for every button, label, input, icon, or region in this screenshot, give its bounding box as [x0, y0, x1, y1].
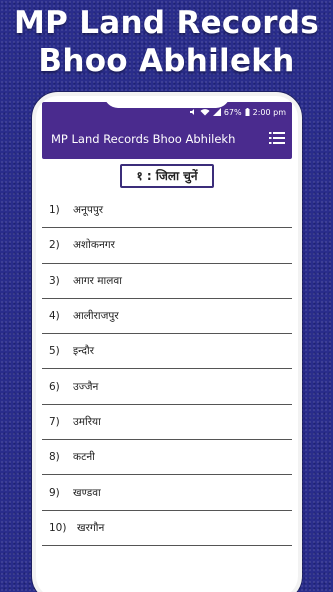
- district-number: 6): [49, 380, 60, 393]
- district-number: 3): [49, 274, 60, 287]
- district-name: आगर मालवा: [73, 274, 122, 287]
- district-number: 10): [49, 521, 67, 534]
- district-item[interactable]: 7) उमरिया: [42, 405, 292, 441]
- app-header: 67% 2:00 pm MP Land Records Bhoo Abhilek…: [42, 102, 292, 159]
- district-name: अनूपपुर: [73, 204, 104, 217]
- phone-notch: [104, 96, 230, 108]
- select-district-label: १ : जिला चुनें: [120, 164, 214, 188]
- district-name: उज्जैन: [73, 380, 99, 393]
- district-name: अशोकनगर: [73, 239, 115, 252]
- district-name: आलीराजपुर: [73, 310, 119, 323]
- district-number: 9): [49, 486, 60, 499]
- district-item[interactable]: 8) कटनी: [42, 440, 292, 476]
- list-menu-icon[interactable]: [268, 130, 286, 146]
- district-name: खरगौन: [77, 521, 105, 534]
- district-name: खण्डवा: [73, 486, 101, 499]
- district-item[interactable]: 1) अनूपपुर: [42, 193, 292, 229]
- phone-frame: 67% 2:00 pm MP Land Records Bhoo Abhilek…: [32, 92, 302, 592]
- district-item[interactable]: 5) इन्दौर: [42, 334, 292, 370]
- district-number: 1): [49, 204, 60, 217]
- mute-icon: [189, 108, 197, 116]
- district-number: 2): [49, 239, 60, 252]
- district-item[interactable]: 3) आगर मालवा: [42, 264, 292, 299]
- battery-icon: [245, 108, 250, 116]
- district-name: कटनी: [73, 451, 95, 464]
- app-title: MP Land Records Bhoo Abhilekh: [51, 132, 236, 146]
- district-number: 8): [49, 451, 60, 464]
- district-item[interactable]: 6) उज्जैन: [42, 369, 292, 405]
- status-time: 2:00 pm: [252, 107, 286, 117]
- district-item[interactable]: 2) अशोकनगर: [42, 228, 292, 264]
- district-item[interactable]: 10) खरगौन: [42, 511, 292, 546]
- wifi-icon: [200, 108, 210, 116]
- promo-title: MP Land Records Bhoo Abhilekh: [0, 4, 333, 80]
- district-list: 1) अनूपपुर 2) अशोकनगर 3) आगर मालवा 4) आलीराज…: [42, 193, 292, 546]
- district-number: 7): [49, 415, 60, 428]
- promo-title-line2: Bhoo Abhilekh: [38, 43, 295, 79]
- district-number: 4): [49, 310, 60, 323]
- promo-title-line1: MP Land Records: [13, 5, 320, 41]
- district-name: उमरिया: [73, 415, 101, 428]
- district-number: 5): [49, 345, 60, 358]
- district-item[interactable]: 4) आलीराजपुर: [42, 299, 292, 335]
- battery-percent: 67%: [223, 107, 242, 117]
- district-item[interactable]: 9) खण्डवा: [42, 475, 292, 511]
- district-name: इन्दौर: [73, 345, 94, 358]
- signal-icon: [212, 108, 221, 116]
